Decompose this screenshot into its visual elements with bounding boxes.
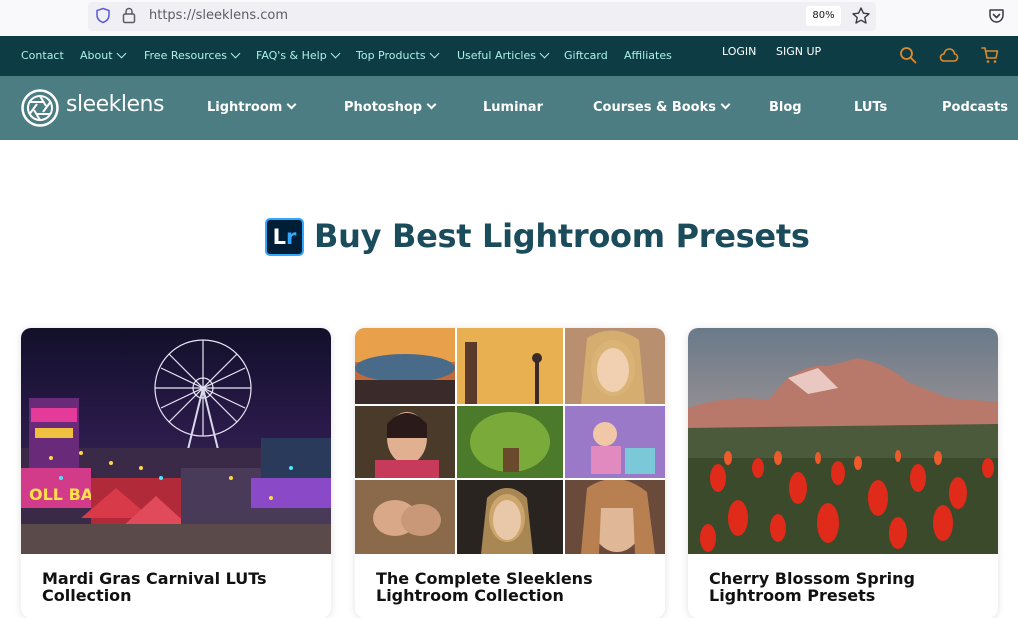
lightroom-logo-icon: Lr bbox=[265, 218, 304, 256]
product-card-cherry-blossom[interactable]: Cherry Blossom Spring Lightroom Presets bbox=[688, 328, 998, 618]
chevron-down-icon bbox=[230, 48, 241, 59]
cloud-icon[interactable] bbox=[939, 46, 959, 64]
mainnav-label: Lightroom bbox=[207, 100, 283, 115]
topnav-item-top-products[interactable]: Top Products bbox=[356, 48, 440, 62]
cart-icon[interactable] bbox=[981, 46, 999, 64]
zoom-indicator[interactable]: 80% bbox=[806, 6, 841, 26]
login-link[interactable]: LOGIN bbox=[722, 45, 756, 58]
chevron-down-icon bbox=[539, 48, 550, 59]
topnav-label: Top Products bbox=[356, 49, 426, 62]
main-navigation: sleeklens Lightroom Photoshop Luminar Co… bbox=[0, 76, 1018, 140]
mainnav-label: Blog bbox=[769, 100, 802, 115]
lr-badge-r: r bbox=[286, 225, 297, 249]
product-title[interactable]: Mardi Gras Carnival LUTs Collection bbox=[42, 570, 312, 604]
chevron-down-icon bbox=[116, 48, 126, 59]
shield-icon[interactable] bbox=[95, 7, 111, 24]
mainnav-item-blog[interactable]: Blog bbox=[769, 100, 802, 115]
section-heading: Lr Buy Best Lightroom Presets bbox=[0, 214, 1018, 260]
pocket-icon[interactable] bbox=[988, 8, 1005, 24]
topnav-label: Giftcard bbox=[564, 49, 608, 62]
logo-wordmark[interactable]: sleeklens bbox=[66, 92, 164, 117]
topnav-label: Useful Articles bbox=[457, 49, 536, 62]
chevron-down-icon bbox=[330, 48, 341, 59]
product-image-collage[interactable] bbox=[355, 328, 665, 554]
mainnav-label: Courses & Books bbox=[593, 100, 716, 115]
topnav-label: FAQ's & Help bbox=[256, 49, 327, 62]
chevron-down-icon bbox=[429, 48, 440, 59]
topnav-label: Contact bbox=[21, 49, 64, 62]
lr-badge-l: L bbox=[272, 225, 287, 249]
mainnav-label: Luminar bbox=[483, 100, 543, 115]
signup-link[interactable]: SIGN UP bbox=[776, 45, 821, 58]
mainnav-item-courses-books[interactable]: Courses & Books bbox=[593, 99, 731, 115]
product-card-complete-collection[interactable]: The Complete Sleeklens Lightroom Collect… bbox=[355, 328, 665, 618]
topnav-item-about[interactable]: About bbox=[80, 48, 126, 62]
top-navigation: Contact About Free Resources FAQ's & Hel… bbox=[0, 36, 1018, 76]
chevron-down-icon bbox=[426, 99, 437, 110]
product-title[interactable]: The Complete Sleeklens Lightroom Collect… bbox=[376, 570, 646, 604]
topnav-item-faq-help[interactable]: FAQ's & Help bbox=[256, 48, 341, 62]
url-text[interactable]: https://sleeklens.com bbox=[149, 8, 288, 23]
page-title: Buy Best Lightroom Presets bbox=[314, 217, 810, 255]
topnav-item-giftcard[interactable]: Giftcard bbox=[564, 49, 608, 62]
mainnav-item-luts[interactable]: LUTs bbox=[854, 100, 887, 115]
topnav-label: About bbox=[80, 49, 113, 62]
product-card-mardi-gras[interactable]: OLL BAL Mardi Gras Carnival LUTs Collect… bbox=[21, 328, 331, 618]
product-title[interactable]: Cherry Blossom Spring Lightroom Presets bbox=[709, 570, 979, 604]
mainnav-item-lightroom[interactable]: Lightroom bbox=[207, 99, 297, 115]
topnav-item-contact[interactable]: Contact bbox=[21, 49, 64, 62]
product-image-mountain-flowers[interactable] bbox=[688, 328, 998, 554]
chevron-down-icon bbox=[720, 99, 731, 110]
product-image-carnival[interactable]: OLL BAL bbox=[21, 328, 331, 554]
search-icon[interactable] bbox=[899, 46, 917, 64]
topnav-item-useful-articles[interactable]: Useful Articles bbox=[457, 48, 550, 62]
chevron-down-icon bbox=[286, 99, 297, 110]
mainnav-label: LUTs bbox=[854, 100, 888, 115]
topnav-item-free-resources[interactable]: Free Resources bbox=[144, 48, 241, 62]
topnav-label: Free Resources bbox=[144, 49, 228, 62]
mainnav-item-photoshop[interactable]: Photoshop bbox=[344, 99, 437, 115]
mainnav-item-luminar[interactable]: Luminar bbox=[483, 100, 543, 115]
topnav-label: Affiliates bbox=[624, 49, 672, 62]
mainnav-label: Photoshop bbox=[344, 100, 423, 115]
mainnav-label: Podcasts bbox=[942, 100, 1008, 115]
sleeklens-logo-icon[interactable] bbox=[21, 89, 59, 127]
mainnav-item-podcasts[interactable]: Podcasts bbox=[942, 100, 1008, 115]
topnav-item-affiliates[interactable]: Affiliates bbox=[624, 49, 672, 62]
browser-toolbar: https://sleeklens.com 80% bbox=[0, 0, 1018, 36]
bookmark-star-icon[interactable] bbox=[851, 6, 871, 26]
lock-icon[interactable] bbox=[122, 7, 136, 24]
